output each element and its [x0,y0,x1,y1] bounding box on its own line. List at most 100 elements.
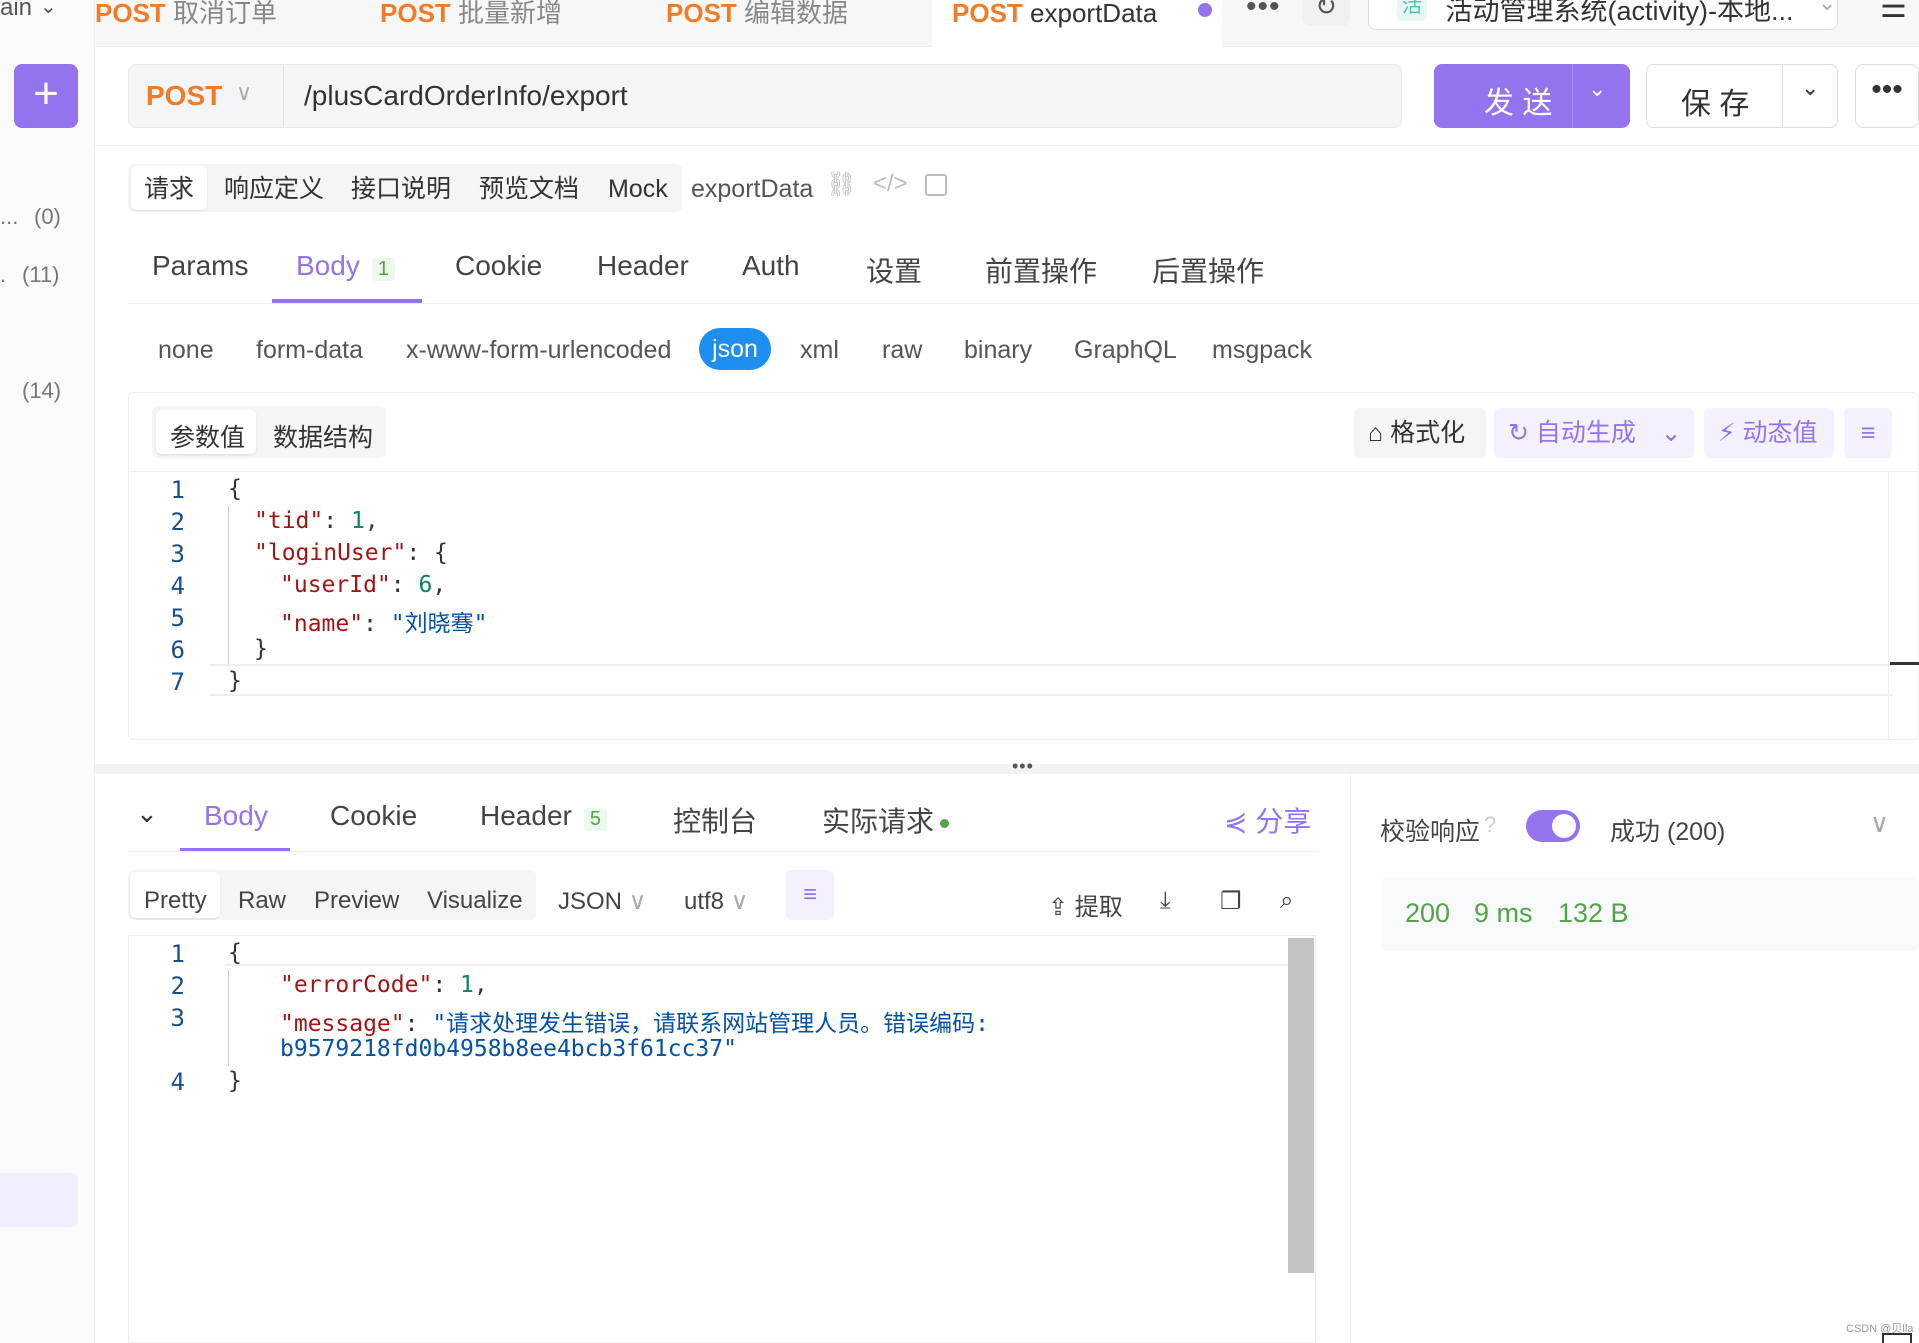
extract-button[interactable]: ⇪ 提取 [1048,887,1123,922]
line-number: 1 [170,476,185,504]
word-wrap-icon[interactable]: ≡ [1844,408,1892,458]
code-line[interactable]: } [228,668,242,694]
validate-toggle[interactable] [1526,810,1580,842]
code-line[interactable]: } [254,636,268,662]
tab-settings[interactable]: 设置 [866,250,922,290]
copy-icon[interactable]: ❐ [1220,887,1242,916]
tab-cancel-order[interactable]: POST 取消订单 [95,0,357,46]
code-line[interactable]: "userId": 6, [280,572,446,598]
chevron-down-icon[interactable]: ∨ [236,80,252,106]
view-pretty[interactable]: Pretty [144,887,207,915]
body-type-raw[interactable]: raw [882,336,922,365]
body-type-json[interactable]: json [699,328,771,370]
tree-item-selected[interactable] [0,1173,78,1227]
tab-edit-data[interactable]: POST 编辑数据 [666,0,928,46]
layout-icon[interactable] [925,174,947,196]
body-type-form-data[interactable]: form-data [256,336,363,365]
scrollbar-thumb[interactable] [1890,662,1919,665]
code-line[interactable]: } [228,1068,242,1094]
tab-body[interactable]: Body 1 [296,250,395,282]
tab-header[interactable]: Header [597,250,689,282]
format-button[interactable]: ⌂ 格式化 [1354,408,1486,458]
tab-request[interactable]: 请求 [144,168,194,210]
tab-cookie[interactable]: Cookie [455,250,542,282]
save-button[interactable]: 保 存 ⌄ [1646,64,1838,128]
response-tab-header[interactable]: Header 5 [480,800,607,832]
view-raw[interactable]: Raw [238,887,286,915]
tab-data-structure[interactable]: 数据结构 [273,418,373,454]
code-icon[interactable]: </> [873,170,908,198]
dynamic-value-button[interactable]: ⚡ 动态值 [1704,408,1834,458]
code-line[interactable]: "message": "请求处理发生错误，请联系网站管理人员。错误编码: [280,1004,989,1038]
body-type-xml[interactable]: xml [800,336,839,365]
code-line[interactable]: "name": "刘晓骞" [280,604,488,638]
response-tab-actual-request[interactable]: 实际请求 [822,800,950,840]
link-icon[interactable]: ⛓ [826,170,856,199]
send-button[interactable]: 发 送 ⌄ [1434,64,1630,128]
validate-result[interactable]: 成功 (200) [1610,812,1725,848]
scrollbar-track[interactable] [1888,472,1889,739]
chevron-down-icon[interactable]: ⌄ [1648,408,1694,458]
code-line[interactable]: { [228,940,242,966]
unsaved-dot-icon [1198,3,1212,17]
chevron-down-icon[interactable]: ⌄ [1818,0,1836,16]
drag-handle-icon[interactable]: ••• [1012,756,1034,777]
code-line[interactable]: { [228,476,242,502]
body-type-none[interactable]: none [158,336,214,365]
response-tab-cookie[interactable]: Cookie [330,800,417,832]
body-type-msgpack[interactable]: msgpack [1212,336,1312,365]
more-tabs-icon[interactable]: ••• [1246,0,1281,24]
body-type-graphql[interactable]: GraphQL [1074,336,1177,365]
code-line[interactable]: "tid": 1, [254,508,379,534]
api-name[interactable]: exportData [691,168,813,210]
code-line-wrapped[interactable]: b9579218fd0b4958b8ee4bcb3f61cc37" [280,1036,737,1062]
response-tab-console[interactable]: 控制台 [673,800,757,840]
tab-api-description[interactable]: 接口说明 [351,168,451,210]
help-icon[interactable]: ? [1484,812,1496,838]
environment-select[interactable]: 活 活动管理系统(activity)-本地... [1368,0,1838,30]
code-line[interactable]: "errorCode": 1, [280,972,488,998]
tab-mock[interactable]: Mock [608,168,668,210]
tab-pre-request[interactable]: 前置操作 [985,250,1097,290]
chevron-down-icon[interactable]: ⌄ [1801,75,1819,101]
divider [128,471,1919,472]
chevron-down-icon[interactable]: ⌄ [40,0,57,19]
chevron-down-icon[interactable]: ∨ [1870,808,1889,839]
body-type-binary[interactable]: binary [964,336,1032,365]
chevron-down-icon[interactable]: ⌄ [1588,76,1606,102]
window-icon[interactable] [1882,1333,1912,1343]
tree-item-count[interactable]: (14) [22,378,61,404]
tab-post-request[interactable]: 后置操作 [1152,250,1264,290]
tree-item-prefix: . [0,262,7,287]
code-line[interactable]: "loginUser": { [254,540,448,566]
left-sidebar [0,0,95,1343]
tree-item-count[interactable]: (11) [22,262,60,288]
collapse-chevron-icon[interactable]: ⌄ [136,798,158,829]
tab-param-values[interactable]: 参数值 [170,418,245,454]
tab-auth[interactable]: Auth [742,250,800,282]
download-icon[interactable]: ⤓ [1160,887,1171,915]
tab-params[interactable]: Params [152,250,248,282]
encoding-select[interactable]: utf8 ∨ [684,887,748,916]
pane-resize-handle[interactable] [95,764,1919,774]
refresh-icon[interactable]: ↻ [1302,0,1350,26]
word-wrap-icon[interactable]: ≡ [786,870,834,920]
menu-icon[interactable]: ☰ [1880,0,1907,25]
search-icon[interactable]: ⌕ [1280,887,1293,915]
tree-item-count[interactable]: (0) [34,204,61,230]
view-preview[interactable]: Preview [314,887,399,915]
body-type-urlencoded[interactable]: x-www-form-urlencoded [406,336,671,365]
method-select[interactable]: POST [146,80,222,112]
scrollbar-thumb[interactable] [1288,938,1314,1273]
tab-preview-doc[interactable]: 预览文档 [479,168,579,210]
tab-export-data[interactable]: POST exportData [932,0,1222,47]
share-button[interactable]: ⋞ 分享 [1224,800,1311,840]
response-tab-body[interactable]: Body [204,800,268,832]
format-select[interactable]: JSON ∨ [558,887,646,916]
tab-batch-add[interactable]: POST 批量新增 [380,0,642,46]
tab-response-definition[interactable]: 响应定义 [224,168,324,210]
add-button[interactable]: + [14,64,78,128]
more-options-button[interactable]: ••• [1855,64,1919,128]
view-visualize[interactable]: Visualize [427,887,523,915]
url-input[interactable]: /plusCardOrderInfo/export [304,80,628,112]
